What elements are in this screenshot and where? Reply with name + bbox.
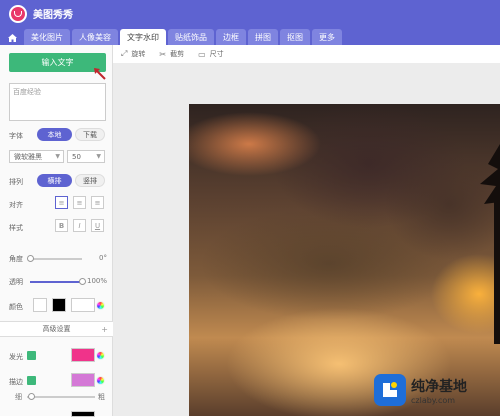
italic-button[interactable]: I [73, 219, 86, 232]
chevron-down-icon: ▼ [96, 153, 101, 160]
tab-frame[interactable]: 边框 [216, 29, 246, 45]
app-title: 美图秀秀 [33, 10, 73, 21]
tab-cutout[interactable]: 抠图 [280, 29, 310, 45]
photo-preview[interactable] [189, 104, 500, 416]
opacity-slider-fill [30, 281, 82, 283]
stroke-width-slider[interactable] [27, 396, 95, 398]
palm-silhouette [480, 144, 500, 344]
color-wheel-icon[interactable] [96, 301, 105, 310]
arrange-label: 排列 [9, 178, 23, 186]
font-label: 字体 [9, 132, 23, 140]
text-settings-panel: 输入文字 百度经验 字体 本地 下载 微软雅黑 ▼ 50 ▼ 排列 横排 竖排 … [0, 45, 113, 417]
angle-label: 角度 [9, 255, 23, 263]
watermark-title: 纯净基地 [411, 378, 467, 395]
size-button[interactable]: ▭ 尺寸 [198, 49, 224, 59]
stroke-label: 描边 [9, 378, 23, 386]
thin-label: 细 [15, 393, 22, 401]
home-icon[interactable] [3, 31, 21, 45]
underline-button[interactable]: U [91, 219, 104, 232]
color-picker-field[interactable] [71, 298, 95, 312]
canvas-area [113, 63, 500, 416]
font-local-toggle[interactable]: 本地 [37, 128, 72, 141]
pointer-arrow-icon [94, 68, 106, 80]
font-size-select[interactable]: 50 ▼ [67, 150, 105, 163]
crop-button[interactable]: ✂ 截剪 [159, 49, 184, 59]
stroke-preview [71, 411, 95, 417]
angle-value: 0° [99, 254, 107, 262]
color-wheel-icon[interactable] [96, 351, 105, 360]
plus-icon: + [101, 324, 108, 334]
arrange-vertical-toggle[interactable]: 竖排 [75, 174, 105, 187]
main-tab-bar: 美化图片 人像美容 文字水印 贴纸饰品 边框 拼图 抠图 更多 [0, 27, 500, 45]
align-label: 对齐 [9, 201, 23, 209]
tab-text-watermark[interactable]: 文字水印 [120, 29, 166, 45]
rotate-icon: ⤢ [121, 49, 128, 58]
font-family-select[interactable]: 微软雅黑 ▼ [9, 150, 64, 163]
glow-label: 发光 [9, 353, 23, 361]
color-label: 颜色 [9, 303, 23, 311]
tab-more[interactable]: 更多 [312, 29, 342, 45]
tab-collage[interactable]: 拼图 [248, 29, 278, 45]
thick-label: 粗 [98, 393, 105, 401]
color-swatch-white[interactable] [33, 298, 47, 312]
crop-label: 截剪 [170, 50, 185, 58]
image-toolbar: ⤢ 旋转 ✂ 截剪 ▭ 尺寸 [113, 45, 500, 63]
font-download-toggle[interactable]: 下载 [75, 128, 105, 141]
resize-icon: ▭ [198, 49, 206, 59]
title-bar: 美图秀秀 [0, 0, 500, 27]
opacity-label: 透明 [9, 278, 23, 286]
arrange-horizontal-toggle[interactable]: 横排 [37, 174, 72, 187]
style-label: 样式 [9, 224, 23, 232]
stroke-color-swatch[interactable] [71, 373, 95, 387]
tab-portrait[interactable]: 人像美容 [72, 29, 118, 45]
opacity-value: 100% [87, 277, 108, 285]
align-left-icon[interactable]: ≡ [55, 196, 68, 209]
angle-slider[interactable] [30, 258, 82, 260]
tab-beautify[interactable]: 美化图片 [24, 29, 70, 45]
stroke-width-handle[interactable] [28, 393, 35, 400]
bold-button[interactable]: B [55, 219, 68, 232]
font-family-value: 微软雅黑 [14, 152, 42, 161]
angle-slider-handle[interactable] [27, 255, 34, 262]
site-logo-icon [374, 374, 406, 406]
scissors-icon: ✂ [159, 49, 167, 59]
glow-checkbox[interactable] [27, 351, 36, 360]
text-color-swatch[interactable] [52, 298, 66, 312]
align-center-icon[interactable]: ≡ [73, 196, 86, 209]
watermark-url: czlaby.com [411, 395, 456, 405]
font-size-value: 50 [72, 152, 81, 161]
rotate-button[interactable]: ⤢ 旋转 [121, 49, 145, 59]
app-logo-icon [9, 4, 27, 23]
advanced-settings-label: 高级设置 [42, 325, 71, 333]
stroke-checkbox[interactable] [27, 376, 36, 385]
tab-stickers[interactable]: 贴纸饰品 [168, 29, 214, 45]
align-right-icon[interactable]: ≡ [91, 196, 104, 209]
site-watermark: 纯净基地 czlaby.com [374, 374, 467, 406]
size-label: 尺寸 [209, 50, 224, 58]
text-content-field[interactable]: 百度经验 [9, 83, 106, 121]
opacity-slider-handle[interactable] [79, 278, 86, 285]
color-wheel-icon[interactable] [96, 376, 105, 385]
rotate-label: 旋转 [131, 50, 146, 58]
glow-color-swatch[interactable] [71, 348, 95, 362]
chevron-down-icon: ▼ [55, 153, 60, 160]
advanced-settings-toggle[interactable]: 高级设置 + [0, 321, 113, 337]
